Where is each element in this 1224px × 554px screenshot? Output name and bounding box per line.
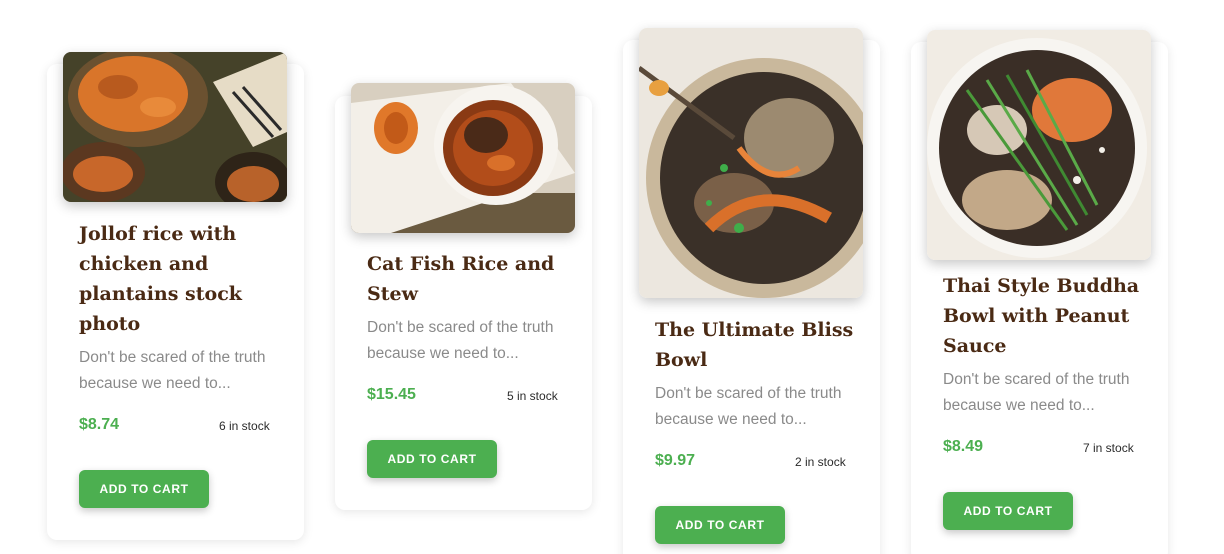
product-description: Don't be scared of the truth because we … [655,385,842,428]
product-title[interactable]: Jollof rice with chicken and plantains s… [79,219,279,339]
product-image[interactable] [639,28,863,298]
product-description: Don't be scared of the truth because we … [79,349,266,392]
product-title[interactable]: The Ultimate Bliss Bowl [655,315,855,375]
product-price: $9.97 [655,452,696,469]
product-image[interactable] [351,83,575,233]
product-price: $8.74 [79,416,120,433]
stock-status: 5 in stock [507,389,558,403]
bliss-bowl-photo [639,28,863,298]
jollof-rice-photo [63,52,287,202]
buddha-bowl-photo [927,30,1151,260]
product-grid: Jollof rice with chicken and plantains s… [0,0,1224,554]
product-title[interactable]: Cat Fish Rice and Stew [367,249,567,309]
stock-status: 2 in stock [795,455,846,469]
stock-status: 7 in stock [1083,441,1134,455]
product-image[interactable] [927,30,1151,260]
product-price: $8.49 [943,438,984,455]
add-to-cart-button[interactable]: ADD TO CART [367,440,497,478]
product-description: Don't be scared of the truth because we … [367,319,554,362]
product-image[interactable] [63,52,287,202]
add-to-cart-button[interactable]: ADD TO CART [79,470,209,508]
stock-status: 6 in stock [219,419,270,433]
product-description: Don't be scared of the truth because we … [943,371,1130,414]
catfish-stew-photo [351,83,575,233]
add-to-cart-button[interactable]: ADD TO CART [655,506,785,544]
product-title[interactable]: Thai Style Buddha Bowl with Peanut Sauce [943,271,1143,361]
product-price: $15.45 [367,386,416,403]
add-to-cart-button[interactable]: ADD TO CART [943,492,1073,530]
